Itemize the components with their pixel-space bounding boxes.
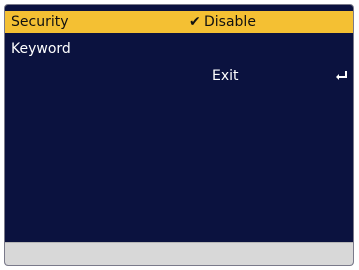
check-icon: ✔	[189, 14, 201, 30]
menu-item-security[interactable]: Security ✔ Disable	[5, 11, 353, 33]
enter-icon	[336, 71, 347, 80]
exit-label: Exit	[212, 68, 239, 84]
security-value: Disable	[204, 14, 256, 30]
menu-item-exit[interactable]: Exit	[5, 65, 353, 87]
keyword-label: Keyword	[11, 41, 71, 57]
status-bar	[5, 242, 353, 265]
menu-item-keyword[interactable]: Keyword	[5, 38, 353, 60]
security-label: Security	[11, 14, 69, 30]
security-menu-window: Security ✔ Disable Keyword Exit	[4, 4, 354, 266]
